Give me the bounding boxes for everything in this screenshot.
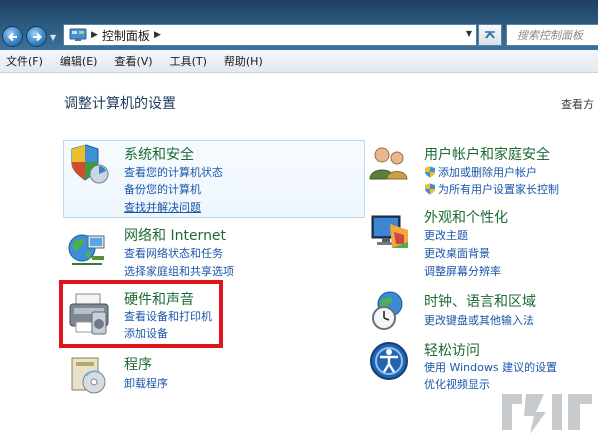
arrow-left-icon [7,32,17,41]
link-view-computer-status[interactable]: 查看您的计算机状态 [124,164,223,180]
link-homegroup-sharing[interactable]: 选择家庭组和共享选项 [124,263,234,279]
clock-globe-icon[interactable] [368,290,410,332]
address-toolbar: ▼ ▶ 控制面板 ▶ ▼ 搜索控制面板 [0,0,598,50]
link-optimize-display[interactable]: 优化视频显示 [424,376,490,392]
link-change-desktop-background[interactable]: 更改桌面背景 [424,245,490,261]
category-network-internet[interactable]: 网络和 Internet [124,225,226,245]
refresh-icon [485,31,495,39]
link-add-remove-accounts-label: 添加或删除用户帐户 [438,166,537,179]
address-dropdown-icon[interactable]: ▼ [466,29,472,38]
search-input[interactable]: 搜索控制面板 [506,24,598,46]
recent-pages-dropdown[interactable]: ▼ [50,33,59,42]
link-network-status[interactable]: 查看网络状态和任务 [124,245,223,261]
link-recommended-settings[interactable]: 使用 Windows 建议的设置 [424,359,557,375]
menu-bar: 文件(F) 编辑(E) 查看(V) 工具(T) 帮助(H) [0,50,598,73]
link-uninstall-program[interactable]: 卸载程序 [124,375,168,391]
breadcrumb-arrow-icon[interactable]: ▶ [91,30,98,40]
link-find-fix-problems[interactable]: 查找并解决问题 [124,199,201,215]
breadcrumb-arrow-icon[interactable]: ▶ [154,30,161,40]
address-bar[interactable]: ▶ 控制面板 ▶ ▼ [63,24,477,46]
search-placeholder: 搜索控制面板 [517,29,583,42]
forward-button[interactable] [26,26,47,47]
refresh-button[interactable] [478,24,502,46]
link-backup-computer[interactable]: 备份您的计算机 [124,181,201,197]
page-title: 调整计算机的设置 [64,96,176,112]
category-ease-of-access[interactable]: 轻松访问 [424,340,480,360]
network-globe-icon[interactable] [66,226,108,268]
site-watermark-logo [502,394,592,434]
link-adjust-resolution[interactable]: 调整屏幕分辨率 [424,263,501,279]
menu-help[interactable]: 帮助(H) [216,53,272,69]
shield-pc-icon[interactable] [68,143,110,185]
ease-of-access-icon[interactable] [368,340,410,382]
link-parental-controls-label: 为所有用户设置家长控制 [438,183,559,196]
category-programs[interactable]: 程序 [124,354,152,374]
link-change-input-method[interactable]: 更改键盘或其他输入法 [424,312,534,328]
uac-shield-icon [425,166,435,178]
arrow-right-icon [32,32,42,41]
category-clock-language-region[interactable]: 时钟、语言和区域 [424,291,536,311]
programs-disc-icon[interactable] [68,354,110,396]
menu-view[interactable]: 查看(V) [106,53,161,69]
menu-file[interactable]: 文件(F) [0,53,52,69]
users-icon[interactable] [368,143,410,185]
category-appearance[interactable]: 外观和个性化 [424,207,508,227]
category-system-security[interactable]: 系统和安全 [124,144,194,164]
menu-tools[interactable]: 工具(T) [162,53,216,69]
back-button[interactable] [2,26,23,47]
breadcrumb-control-panel[interactable]: 控制面板 [102,27,150,44]
link-parental-controls[interactable]: 为所有用户设置家长控制 [424,181,559,197]
uac-shield-icon [425,183,435,195]
control-panel-icon [69,28,87,41]
link-change-theme[interactable]: 更改主题 [424,227,468,243]
view-by-link[interactable]: 查看方 [561,96,594,112]
menu-edit[interactable]: 编辑(E) [52,53,107,69]
link-add-remove-accounts[interactable]: 添加或删除用户帐户 [424,164,537,180]
category-user-accounts[interactable]: 用户帐户和家庭安全 [424,144,550,164]
highlight-annotation-box [59,280,223,348]
monitor-palette-icon[interactable] [368,210,410,252]
